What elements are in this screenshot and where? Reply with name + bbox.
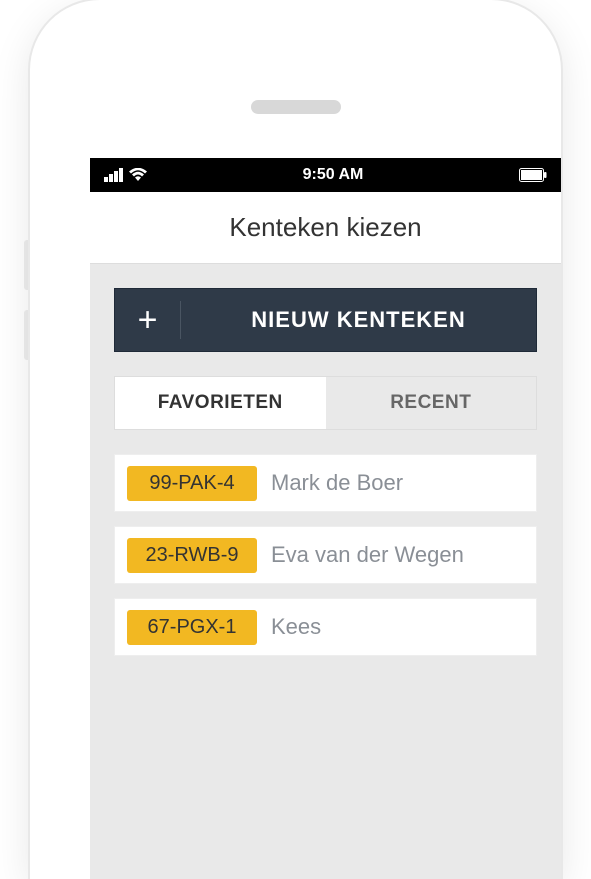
phone-frame: 9:50 AM Kenteken kiezen + NIEUW K — [0, 0, 591, 879]
status-bar: 9:50 AM — [90, 158, 561, 192]
list-item[interactable]: 99-PAK-4 Mark de Boer — [114, 454, 537, 512]
phone-body: 9:50 AM Kenteken kiezen + NIEUW K — [30, 0, 561, 879]
tab-favorites-label: FAVORIETEN — [158, 392, 283, 414]
tab-favorites[interactable]: FAVORIETEN — [115, 377, 326, 429]
new-plate-label: NIEUW KENTEKEN — [181, 307, 536, 333]
wifi-icon — [129, 168, 147, 182]
content: + NIEUW KENTEKEN FAVORIETEN RECENT 99-PA… — [90, 264, 561, 680]
list-item[interactable]: 67-PGX-1 Kees — [114, 598, 537, 656]
tabs: FAVORIETEN RECENT — [114, 376, 537, 430]
license-plate: 99-PAK-4 — [127, 466, 257, 501]
license-plate: 67-PGX-1 — [127, 610, 257, 645]
status-time: 9:50 AM — [303, 166, 364, 184]
plus-icon: + — [115, 301, 181, 339]
person-name: Kees — [271, 614, 321, 640]
tab-recent[interactable]: RECENT — [326, 377, 537, 429]
screen: 9:50 AM Kenteken kiezen + NIEUW K — [90, 158, 561, 879]
page-title: Kenteken kiezen — [229, 212, 421, 243]
list-item[interactable]: 23-RWB-9 Eva van der Wegen — [114, 526, 537, 584]
signal-icon — [104, 168, 123, 182]
tab-recent-label: RECENT — [390, 392, 471, 414]
status-left — [104, 168, 147, 182]
person-name: Mark de Boer — [271, 470, 403, 496]
battery-icon — [519, 168, 547, 182]
plate-list: 99-PAK-4 Mark de Boer 23-RWB-9 Eva van d… — [114, 454, 537, 656]
new-plate-button[interactable]: + NIEUW KENTEKEN — [114, 288, 537, 352]
person-name: Eva van der Wegen — [271, 542, 464, 568]
title-bar: Kenteken kiezen — [90, 192, 561, 264]
license-plate: 23-RWB-9 — [127, 538, 257, 573]
phone-speaker — [251, 100, 341, 114]
